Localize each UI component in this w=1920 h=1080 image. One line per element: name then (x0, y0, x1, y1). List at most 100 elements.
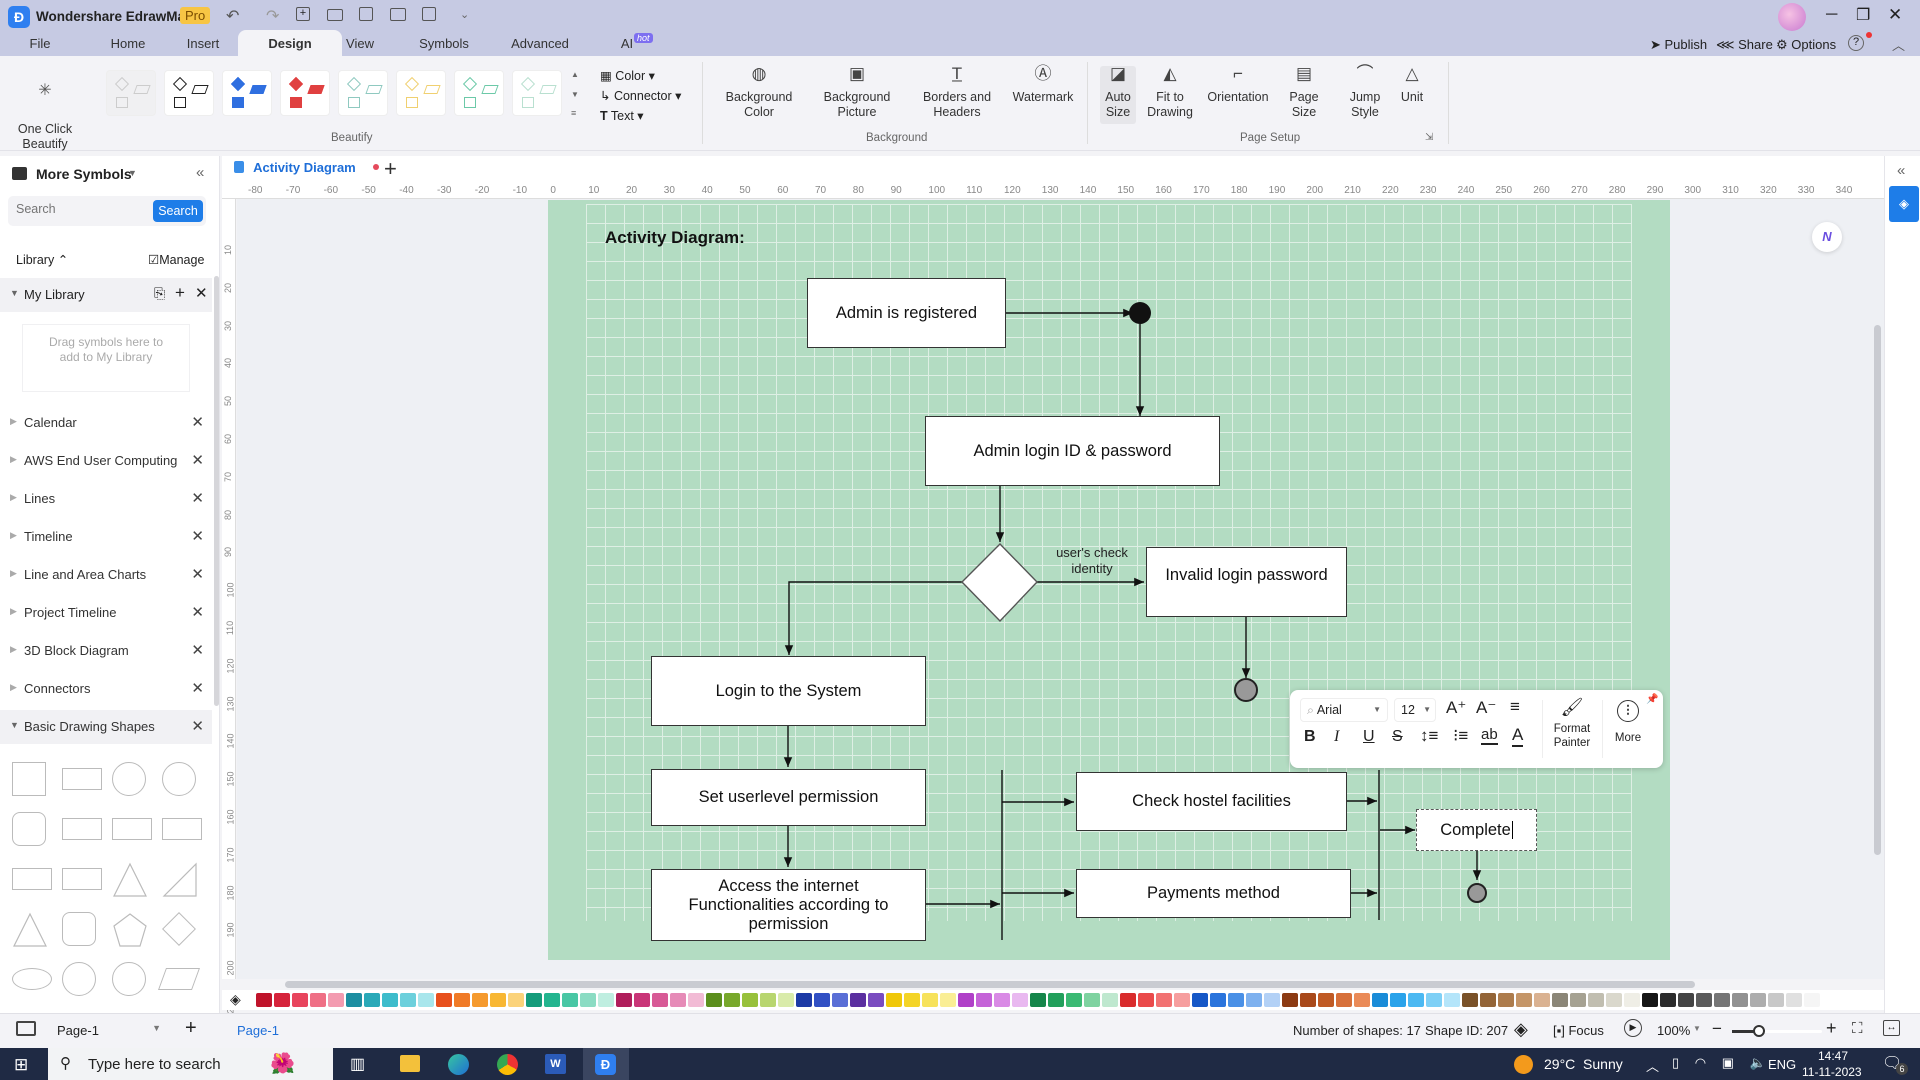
open-folder-icon[interactable] (327, 9, 343, 21)
expand-right-panel-icon[interactable]: « (1897, 162, 1905, 179)
print-icon[interactable] (390, 8, 406, 21)
save-icon[interactable] (359, 7, 373, 21)
close-library-icon[interactable]: ✕ (195, 284, 208, 302)
clock-time[interactable]: 14:47 (1818, 1049, 1848, 1063)
shape-rect[interactable] (162, 818, 202, 840)
beautify-style-6[interactable] (396, 70, 446, 116)
palette-swatch[interactable] (472, 993, 488, 1007)
node-admin-registered[interactable]: Admin is registered (807, 278, 1006, 348)
beautify-style-4[interactable] (280, 70, 330, 116)
ai-assistant-icon[interactable]: N (1812, 222, 1842, 252)
tray-icons[interactable]: ▯ ◠ ▣ 🔈 (1672, 1055, 1772, 1071)
minimize-icon[interactable]: ─ (1826, 6, 1837, 24)
shape-rect[interactable] (12, 868, 52, 890)
page-select[interactable]: Page-1 ▼ (57, 1023, 161, 1038)
library-item[interactable]: ▼ Basic Drawing Shapes ✕ (0, 710, 212, 744)
tray-chevron-icon[interactable]: ︿ (1646, 1056, 1659, 1075)
align-icon[interactable]: ≡ (1510, 697, 1520, 717)
palette-swatch[interactable] (1390, 993, 1406, 1007)
node-invalid-login[interactable]: Invalid login password (1146, 547, 1347, 617)
text-menu[interactable]: T Text ▾ (600, 106, 681, 126)
library-item[interactable]: ▶ Connectors ✕ (0, 672, 212, 706)
palette-swatch[interactable] (1516, 993, 1532, 1007)
palette-swatch[interactable] (562, 993, 578, 1007)
tab-file[interactable]: File (22, 36, 58, 56)
node-set-permission[interactable]: Set userlevel permission (651, 769, 926, 826)
palette-swatch[interactable] (1336, 993, 1352, 1007)
shape-frame[interactable] (62, 868, 102, 890)
palette-swatch[interactable] (922, 993, 938, 1007)
my-library-drop-zone[interactable]: Drag symbols here to add to My Library (22, 324, 190, 392)
palette-swatch[interactable] (1102, 993, 1118, 1007)
tab-symbols[interactable]: Symbols (418, 36, 470, 56)
library-item[interactable]: ▶ Timeline ✕ (0, 520, 212, 554)
ribbon-button-jump-style[interactable]: ⌒ Jump Style (1340, 65, 1390, 120)
ribbon-button-image[interactable]: ▣ Background Picture (820, 65, 894, 120)
chrome-icon[interactable] (497, 1054, 518, 1075)
underline-icon[interactable]: U (1363, 728, 1375, 746)
palette-swatch[interactable] (1408, 993, 1424, 1007)
palette-swatch[interactable] (814, 993, 830, 1007)
restore-icon[interactable]: ❐ (1856, 5, 1870, 25)
page-panel-icon[interactable] (16, 1021, 36, 1036)
fullscreen-icon[interactable]: ⛶ (1852, 1020, 1863, 1037)
library-item[interactable]: ▶ Lines ✕ (0, 482, 212, 516)
close-library-icon[interactable]: ✕ (191, 451, 204, 469)
palette-swatch[interactable] (1750, 993, 1766, 1007)
palette-swatch[interactable] (1714, 993, 1730, 1007)
palette-swatch[interactable] (1318, 993, 1334, 1007)
palette-swatch[interactable] (1462, 993, 1478, 1007)
palette-swatch[interactable] (1732, 993, 1748, 1007)
new-icon[interactable]: + (296, 7, 310, 21)
palette-swatch[interactable] (1246, 993, 1262, 1007)
close-library-icon[interactable]: ✕ (191, 679, 204, 697)
ribbon-button-borders[interactable]: T̲ Borders and Headers (920, 65, 994, 120)
library-item[interactable]: ▶ 3D Block Diagram ✕ (0, 634, 212, 668)
ribbon-button-unit[interactable]: △ Unit (1395, 65, 1429, 105)
shape-ring[interactable] (62, 962, 96, 996)
palette-swatch[interactable] (652, 993, 668, 1007)
zoom-in-button[interactable]: + (1826, 1018, 1837, 1039)
palette-swatch[interactable] (400, 993, 416, 1007)
play-icon[interactable]: ▶ (1624, 1019, 1642, 1037)
palette-swatch[interactable] (958, 993, 974, 1007)
palette-swatch[interactable] (1012, 993, 1028, 1007)
library-label[interactable]: Library ⌃ (16, 252, 68, 267)
decision-label[interactable]: user's check identity (1050, 545, 1134, 577)
palette-swatch[interactable] (508, 993, 524, 1007)
edge-icon[interactable] (448, 1054, 469, 1075)
palette-swatch[interactable] (1570, 993, 1586, 1007)
shape-pentagon[interactable] (112, 912, 147, 947)
shape-rect[interactable] (62, 818, 102, 840)
palette-swatch[interactable] (310, 993, 326, 1007)
italic-icon[interactable]: I (1334, 728, 1339, 746)
collapse-panel-icon[interactable]: « (196, 164, 204, 181)
line-spacing-icon[interactable]: ↕≡ (1420, 726, 1438, 746)
zoom-slider[interactable] (1732, 1025, 1822, 1037)
tab-design[interactable]: Design (238, 30, 342, 56)
my-library-header[interactable]: ▼ My Library ⎘ + ✕ (0, 278, 212, 312)
palette-swatch[interactable] (544, 993, 560, 1007)
palette-swatch[interactable] (940, 993, 956, 1007)
shape-diamond[interactable] (162, 912, 196, 946)
connector-menu[interactable]: ↳ Connector ▾ (600, 86, 681, 106)
tab-advanced[interactable]: Advanced (510, 36, 570, 56)
export-icon[interactable] (422, 7, 436, 21)
ribbon-button-orientation[interactable]: ⌐ Orientation (1202, 65, 1274, 105)
palette-swatch[interactable] (1696, 993, 1712, 1007)
node-admin-login[interactable]: Admin login ID & password (925, 416, 1220, 486)
library-item[interactable]: ▶ Project Timeline ✕ (0, 596, 212, 630)
text-highlight-icon[interactable]: ab (1481, 726, 1498, 745)
palette-swatch[interactable] (868, 993, 884, 1007)
palette-swatch[interactable] (688, 993, 704, 1007)
bullet-list-icon[interactable]: ⁝≡ (1453, 726, 1468, 746)
more-symbols-dropdown-icon[interactable]: ▼ (128, 168, 137, 178)
page-tab-page-1[interactable]: Page-1 (237, 1023, 279, 1038)
palette-swatch[interactable] (1192, 993, 1208, 1007)
palette-swatch[interactable] (580, 993, 596, 1007)
close-library-icon[interactable]: ✕ (191, 717, 204, 735)
user-avatar[interactable] (1778, 3, 1806, 31)
tab-view[interactable]: View (345, 36, 375, 56)
shape-triangle[interactable] (12, 912, 47, 947)
page-setup-launcher-icon[interactable]: ⇲ (1425, 132, 1433, 143)
